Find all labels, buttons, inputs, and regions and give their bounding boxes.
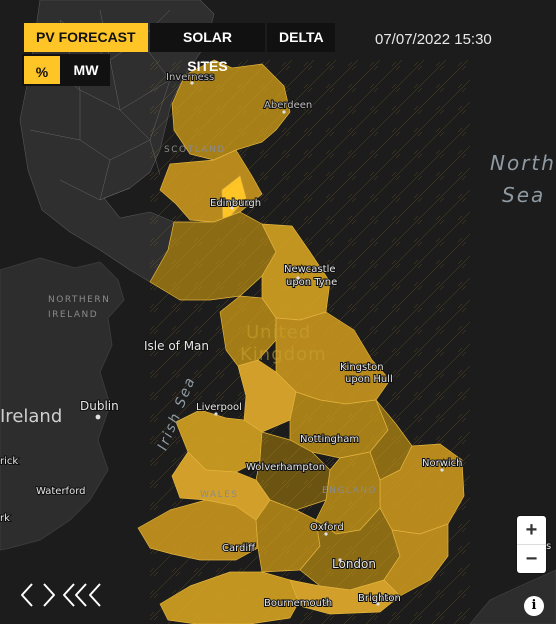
label-nottingham: Nottingham (300, 434, 359, 445)
label-edinburgh: Edinburgh (210, 198, 261, 209)
label-rk: rk (0, 513, 10, 524)
label-newcastle-1: Newcastle (284, 264, 336, 275)
tab-delta[interactable]: DELTA (267, 23, 335, 52)
label-kingston-1: Kingston (340, 362, 384, 373)
label-rick: rick (0, 456, 18, 467)
zoom-out-button[interactable]: − (517, 544, 546, 573)
step-forward-icon[interactable] (20, 580, 58, 610)
tab-solar-sites[interactable]: SOLAR SITES (150, 23, 265, 74)
label-isle-of-man: Isle of Man (144, 339, 209, 353)
unit-percent-button[interactable]: % (22, 54, 62, 86)
label-northern-ireland-2: IRELAND (48, 310, 98, 320)
label-north-sea-1: North (490, 151, 556, 175)
label-scotland: SCOTLAND (164, 145, 226, 155)
label-london: London (332, 557, 376, 571)
view-tabs: PV FORECAST SOLAR SITES DELTA (24, 23, 335, 74)
label-cardiff: Cardiff (222, 543, 256, 554)
time-navigation (20, 580, 106, 610)
label-dublin: Dublin (80, 399, 119, 413)
label-waterford: Waterford (36, 486, 85, 497)
label-brighton: Brighton (358, 593, 401, 604)
label-northern-ireland-1: NORTHERN (48, 295, 110, 305)
forecast-map[interactable]: Inverness Aberdeen SCOTLAND Edinburgh Ne… (0, 0, 556, 624)
label-norwich: Norwich (422, 458, 463, 469)
label-aberdeen: Aberdeen (264, 100, 312, 111)
label-kingston-2: upon Hull (345, 374, 393, 385)
label-united-1: United (246, 322, 311, 343)
unit-mw-button[interactable]: MW (62, 54, 110, 86)
tab-pv-forecast[interactable]: PV FORECAST (24, 23, 148, 52)
label-liverpool: Liverpool (196, 402, 242, 413)
zoom-control: + − (517, 516, 546, 573)
zoom-in-button[interactable]: + (517, 516, 546, 544)
label-united-2: Kingdom (240, 344, 327, 365)
label-wolverhampton: Wolverhampton (246, 462, 325, 473)
rewind-icon[interactable] (60, 580, 106, 610)
label-wales: WALES (200, 490, 238, 500)
label-england: ENGLAND (322, 486, 377, 496)
attribution-info-icon[interactable]: i (524, 596, 544, 616)
unit-toggle: % MW (22, 54, 110, 86)
forecast-datetime: 07/07/2022 15:30 (375, 31, 492, 48)
label-newcastle-2: upon Tyne (286, 277, 337, 288)
label-bournemouth: Bournemouth (264, 598, 332, 609)
label-north-sea-2: Sea (502, 183, 545, 207)
label-ireland: Ireland (0, 406, 62, 427)
label-s: s (546, 541, 551, 552)
label-oxford: Oxford (310, 522, 344, 533)
